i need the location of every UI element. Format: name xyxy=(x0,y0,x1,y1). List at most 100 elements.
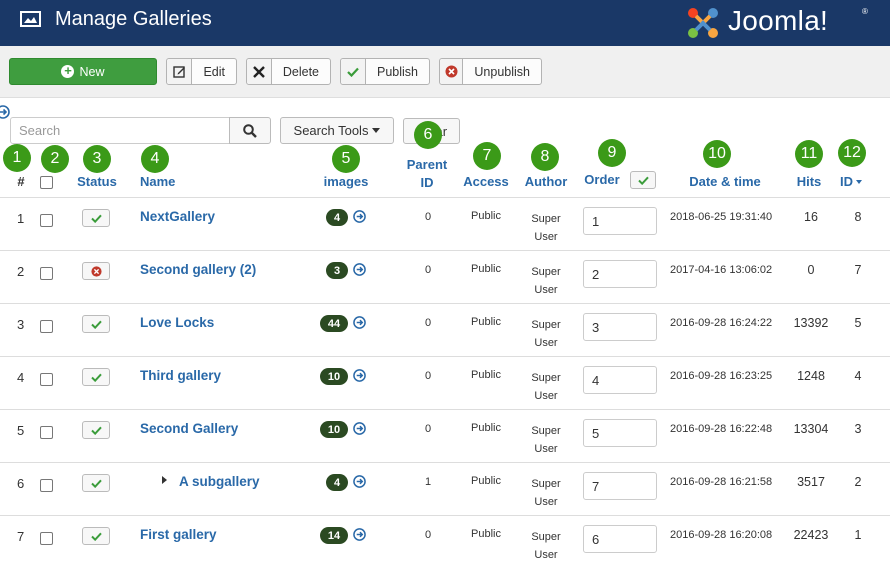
images-count-badge: 10 xyxy=(320,421,348,438)
author-line-2: User xyxy=(534,549,558,561)
col-id[interactable]: ID xyxy=(840,174,870,189)
author-line-1: Super xyxy=(531,213,561,225)
arrow-circle-icon[interactable] xyxy=(353,210,366,223)
hits-count: 16 xyxy=(804,210,818,224)
col-parent-id-label: ID xyxy=(420,175,434,190)
arrow-circle-icon[interactable] xyxy=(353,316,366,329)
col-order[interactable]: Order xyxy=(582,172,622,187)
col-access[interactable]: Access xyxy=(461,174,511,189)
sidebar-toggle-icon[interactable] xyxy=(0,105,10,119)
plus-circle-icon: + xyxy=(61,64,75,78)
col-author[interactable]: Author xyxy=(522,174,570,189)
marker-12: 12 xyxy=(838,139,866,167)
author-line-2: User xyxy=(534,337,558,349)
caret-right-icon xyxy=(162,476,167,484)
parent-id: 1 xyxy=(424,476,432,488)
unpublish-button[interactable]: Unpublish xyxy=(439,58,542,85)
row-checkbox[interactable] xyxy=(40,320,53,333)
arrow-circle-icon[interactable] xyxy=(353,369,366,382)
row-checkbox[interactable] xyxy=(40,214,53,227)
edit-button-label: Edit xyxy=(203,64,225,79)
order-input[interactable]: 2 xyxy=(583,260,657,288)
status-toggle[interactable] xyxy=(82,315,110,333)
col-id-label: ID xyxy=(840,174,853,189)
gallery-name-link[interactable]: Second gallery (2) xyxy=(140,262,256,277)
page-title: Manage Galleries xyxy=(55,8,212,30)
arrow-circle-icon[interactable] xyxy=(353,475,366,488)
search-tools-label: Search Tools xyxy=(293,123,369,138)
author-line-2: User xyxy=(534,390,558,402)
order-input[interactable]: 1 xyxy=(583,207,657,235)
marker-9: 9 xyxy=(598,139,626,167)
hits-count: 13304 xyxy=(793,422,829,436)
search-button[interactable] xyxy=(229,117,271,144)
gallery-name-link[interactable]: Third gallery xyxy=(140,368,221,383)
row-checkbox[interactable] xyxy=(40,267,53,280)
row-number: 1 xyxy=(17,211,25,226)
save-order-button[interactable] xyxy=(630,171,656,189)
edit-button[interactable]: Edit xyxy=(166,58,237,85)
parent-id: 0 xyxy=(424,370,432,382)
publish-button[interactable]: Publish xyxy=(340,58,430,85)
gallery-id: 5 xyxy=(854,316,862,330)
order-input[interactable]: 7 xyxy=(583,472,657,500)
joomla-wordmark: Joomla! xyxy=(728,5,829,36)
publish-button-label: Publish xyxy=(377,64,418,79)
access-level: Public xyxy=(471,422,501,434)
access-level: Public xyxy=(471,263,501,275)
table-row: 1 NextGallery 4 0 Public Super User 1 20… xyxy=(0,197,890,250)
marker-1: 1 xyxy=(3,144,31,172)
parent-id: 0 xyxy=(424,264,432,276)
gallery-name-link[interactable]: Love Locks xyxy=(140,315,214,330)
date-time: 2016-09-28 16:21:58 xyxy=(670,476,773,488)
col-hits[interactable]: Hits xyxy=(792,174,826,189)
col-images[interactable]: images xyxy=(320,174,372,189)
gallery-name-link[interactable]: A subgallery xyxy=(179,474,260,489)
author-name: Super User xyxy=(526,263,566,299)
new-button[interactable]: + New xyxy=(9,58,157,85)
status-toggle[interactable] xyxy=(82,262,110,280)
row-checkbox[interactable] xyxy=(40,532,53,545)
status-toggle[interactable] xyxy=(82,527,110,545)
date-time: 2017-04-16 13:06:02 xyxy=(670,264,773,276)
author-name: Super User xyxy=(526,316,566,352)
gallery-id: 2 xyxy=(854,475,862,489)
parent-id: 0 xyxy=(424,423,432,435)
author-line-1: Super xyxy=(531,266,561,278)
col-name[interactable]: Name xyxy=(140,174,175,189)
author-name: Super User xyxy=(526,369,566,405)
search-input[interactable] xyxy=(10,117,230,144)
order-input[interactable]: 5 xyxy=(583,419,657,447)
col-status[interactable]: Status xyxy=(76,174,118,189)
gallery-name-link[interactable]: NextGallery xyxy=(140,209,215,224)
search-tools-button[interactable]: Search Tools xyxy=(280,117,394,144)
check-icon xyxy=(90,479,102,488)
order-input[interactable]: 3 xyxy=(583,313,657,341)
row-checkbox[interactable] xyxy=(40,426,53,439)
marker-5: 5 xyxy=(332,145,360,173)
access-level: Public xyxy=(471,475,501,487)
hits-count: 13392 xyxy=(793,316,829,330)
order-input[interactable]: 4 xyxy=(583,366,657,394)
joomla-logo: Joomla! ® xyxy=(684,3,884,43)
col-date[interactable]: Date & time xyxy=(685,174,765,189)
status-toggle[interactable] xyxy=(82,474,110,492)
arrow-circle-icon[interactable] xyxy=(353,263,366,276)
arrow-circle-icon[interactable] xyxy=(353,528,366,541)
status-toggle[interactable] xyxy=(82,421,110,439)
status-toggle[interactable] xyxy=(82,368,110,386)
row-checkbox[interactable] xyxy=(40,479,53,492)
select-all-checkbox[interactable] xyxy=(40,176,53,189)
access-level: Public xyxy=(471,528,501,540)
gallery-name-link[interactable]: Second Gallery xyxy=(140,421,238,436)
col-parent-id[interactable]: Parent ID xyxy=(402,156,452,192)
row-checkbox[interactable] xyxy=(40,373,53,386)
gallery-name-link[interactable]: First gallery xyxy=(140,527,217,542)
arrow-circle-icon[interactable] xyxy=(353,422,366,435)
images-count-badge: 3 xyxy=(326,262,348,279)
images-count-badge: 4 xyxy=(326,209,348,226)
order-input[interactable]: 6 xyxy=(583,525,657,553)
status-toggle[interactable] xyxy=(82,209,110,227)
table-row: 5 Second Gallery 10 0 Public Super User … xyxy=(0,409,890,462)
delete-button[interactable]: Delete xyxy=(246,58,331,85)
